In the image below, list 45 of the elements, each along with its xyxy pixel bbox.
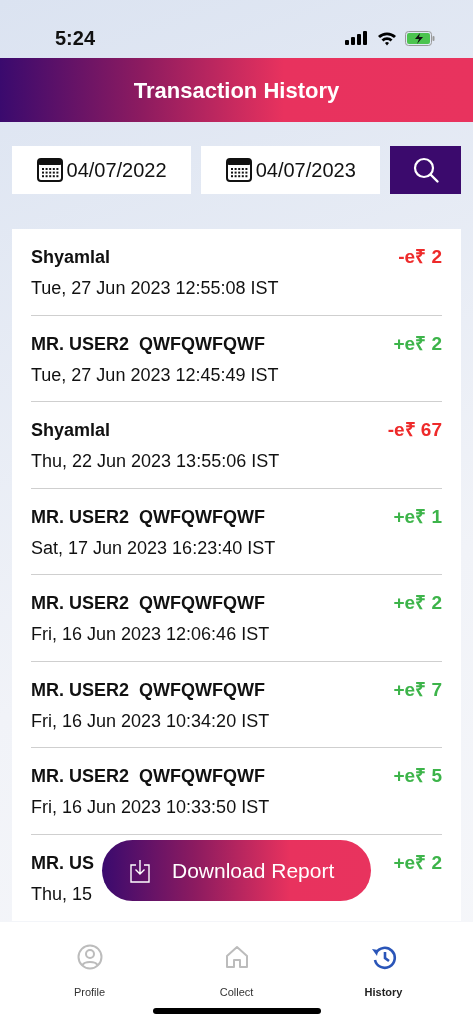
search-icon bbox=[411, 156, 440, 184]
payee-name: MR. USER2 QWFQWFQWF bbox=[31, 765, 266, 788]
transaction-date: Fri, 16 Jun 2023 12:06:46 IST bbox=[31, 623, 270, 646]
amount: +e₹ 7 bbox=[393, 677, 442, 702]
transaction-date: Tue, 27 Jun 2023 12:55:08 IST bbox=[31, 277, 279, 300]
history-icon bbox=[370, 944, 397, 970]
status-time: 5:24 bbox=[55, 26, 96, 51]
transaction-date: Sat, 17 Jun 2023 16:23:40 IST bbox=[31, 536, 276, 560]
amount: +e₹ 1 bbox=[393, 504, 442, 529]
tab-item[interactable]: Profile bbox=[19, 922, 160, 1024]
payee-name: MR. US bbox=[31, 851, 94, 875]
search-button[interactable] bbox=[390, 146, 461, 194]
amount: +e₹ 5 bbox=[393, 764, 442, 788]
transaction-date: Tue, 27 Jun 2023 12:45:49 IST bbox=[31, 363, 279, 387]
date-text: 04/07/2023 bbox=[255, 158, 356, 183]
battery-charging-icon bbox=[405, 30, 435, 46]
payee-name: MR. USER2 QWFQWFQWF bbox=[31, 332, 266, 356]
date-text: 04/07/2022 bbox=[66, 158, 167, 183]
amount: +e₹ 2 bbox=[393, 331, 442, 356]
from-date-field[interactable]: 04/07/2022 bbox=[12, 146, 192, 194]
amount: -e₹ 67 bbox=[387, 418, 442, 442]
amount: +e₹ 2 bbox=[393, 591, 442, 615]
transaction-date: Fri, 16 Jun 2023 10:34:20 IST bbox=[31, 709, 270, 733]
download-report-button[interactable]: Download Report bbox=[102, 840, 371, 901]
tab-item[interactable]: Collect bbox=[166, 922, 307, 1024]
payee-name: MR. USER2 QWFQWFQWF bbox=[31, 505, 266, 529]
transaction-date: Fri, 16 Jun 2023 10:33:50 IST bbox=[31, 796, 270, 819]
calendar-icon bbox=[225, 158, 252, 182]
transaction-date: Thu, 15 bbox=[31, 882, 94, 906]
to-date-field[interactable]: 04/07/2023 bbox=[201, 146, 381, 194]
profile-icon bbox=[76, 944, 103, 970]
payee-name: Shyamlal bbox=[31, 419, 112, 442]
payee-name: Shyamlal bbox=[31, 246, 112, 269]
signal-icon bbox=[345, 31, 369, 45]
screen-title: Transaction History bbox=[133, 76, 340, 105]
amount: +e₹ 2 bbox=[393, 850, 442, 875]
calendar-icon bbox=[36, 158, 63, 182]
download-icon bbox=[130, 858, 150, 883]
home-icon bbox=[223, 944, 250, 970]
transaction-date: Thu, 22 Jun 2023 13:55:06 IST bbox=[31, 450, 280, 473]
tab-item[interactable]: History bbox=[313, 922, 454, 1024]
amount: -e₹ 2 bbox=[398, 245, 442, 269]
wifi-icon bbox=[377, 30, 397, 46]
payee-name: MR. USER2 QWFQWFQWF bbox=[31, 678, 266, 702]
payee-name: MR. USER2 QWFQWFQWF bbox=[31, 592, 266, 615]
